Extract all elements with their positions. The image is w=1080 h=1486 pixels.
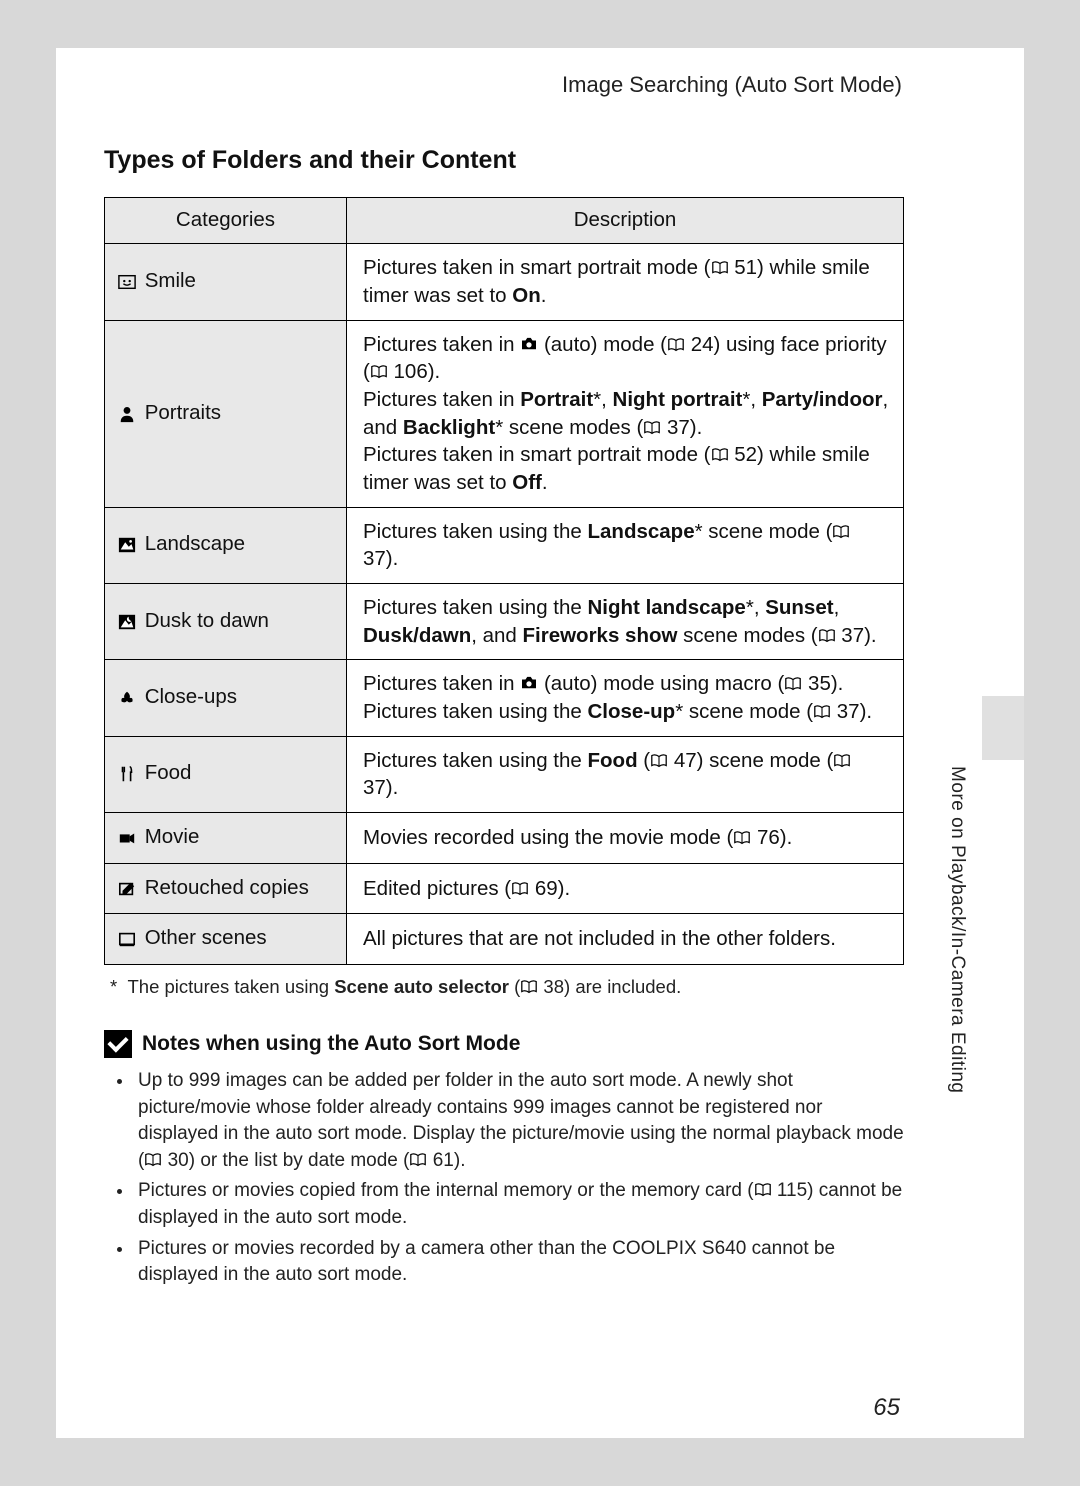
food-icon — [117, 763, 137, 789]
book-ref-icon — [520, 976, 538, 997]
book-ref-icon — [144, 1150, 162, 1171]
category-label: Retouched copies — [145, 876, 309, 899]
side-chapter-label: More on Playback/In-Camera Editing — [946, 766, 968, 1093]
category-label: Smile — [145, 269, 196, 292]
dusk-icon — [117, 611, 137, 637]
other-icon — [117, 928, 137, 954]
camera-icon — [520, 672, 538, 695]
side-tab — [982, 696, 1024, 760]
category-label: Landscape — [145, 532, 245, 555]
col-header-categories: Categories — [105, 197, 347, 244]
book-ref-icon — [813, 700, 831, 723]
list-item: Pictures or movies copied from the inter… — [134, 1178, 904, 1231]
book-ref-icon — [667, 333, 685, 356]
category-label: Portraits — [145, 401, 221, 424]
smile-icon — [117, 271, 137, 297]
book-ref-icon — [784, 672, 802, 695]
check-icon — [104, 1030, 132, 1058]
book-ref-icon — [733, 826, 751, 849]
book-ref-icon — [711, 256, 729, 279]
list-item: Up to 999 images can be added per folder… — [134, 1068, 904, 1174]
book-ref-icon — [370, 360, 388, 383]
category-label: Dusk to dawn — [145, 609, 269, 632]
book-ref-icon — [832, 520, 850, 543]
col-header-description: Description — [347, 197, 904, 244]
table-row: Dusk to dawn Pictures taken using the Ni… — [105, 583, 904, 659]
list-item: Pictures or movies recorded by a camera … — [134, 1236, 904, 1289]
table-row: Retouched copies Edited pictures ( 69). — [105, 863, 904, 914]
movie-icon — [117, 827, 137, 853]
book-ref-icon — [650, 749, 668, 772]
closeup-icon — [117, 687, 137, 713]
notes-section: Notes when using the Auto Sort Mode Up t… — [104, 1030, 904, 1293]
category-label: Food — [145, 761, 192, 784]
table-row: Food Pictures taken using the Food ( 47)… — [105, 736, 904, 812]
book-ref-icon — [643, 416, 661, 439]
retouch-icon — [117, 878, 137, 904]
category-label: Other scenes — [145, 926, 267, 949]
camera-icon — [520, 333, 538, 356]
book-ref-icon — [754, 1180, 772, 1201]
page-header: Image Searching (Auto Sort Mode) — [104, 72, 902, 98]
book-ref-icon — [711, 443, 729, 466]
portrait-icon — [117, 403, 137, 429]
table-row: Landscape Pictures taken using the Lands… — [105, 507, 904, 583]
table-footnote: * The pictures taken using Scene auto se… — [110, 975, 904, 1000]
folders-table: Categories Description Smile Pictures ta… — [104, 197, 904, 965]
book-ref-icon — [511, 877, 529, 900]
table-row: Movie Movies recorded using the movie mo… — [105, 812, 904, 863]
page-number: 65 — [873, 1394, 900, 1422]
book-ref-icon — [409, 1150, 427, 1171]
book-ref-icon — [818, 624, 836, 647]
category-label: Close-ups — [145, 685, 237, 708]
table-row: Smile Pictures taken in smart portrait m… — [105, 244, 904, 320]
section-title: Types of Folders and their Content — [104, 144, 904, 177]
book-ref-icon — [833, 749, 851, 772]
landscape-icon — [117, 534, 137, 560]
table-row: Other scenes All pictures that are not i… — [105, 914, 904, 965]
category-label: Movie — [145, 825, 200, 848]
table-row: Portraits Pictures taken in (auto) mode … — [105, 320, 904, 507]
table-row: Close-ups Pictures taken in (auto) mode … — [105, 660, 904, 736]
notes-title-text: Notes when using the Auto Sort Mode — [142, 1032, 520, 1056]
